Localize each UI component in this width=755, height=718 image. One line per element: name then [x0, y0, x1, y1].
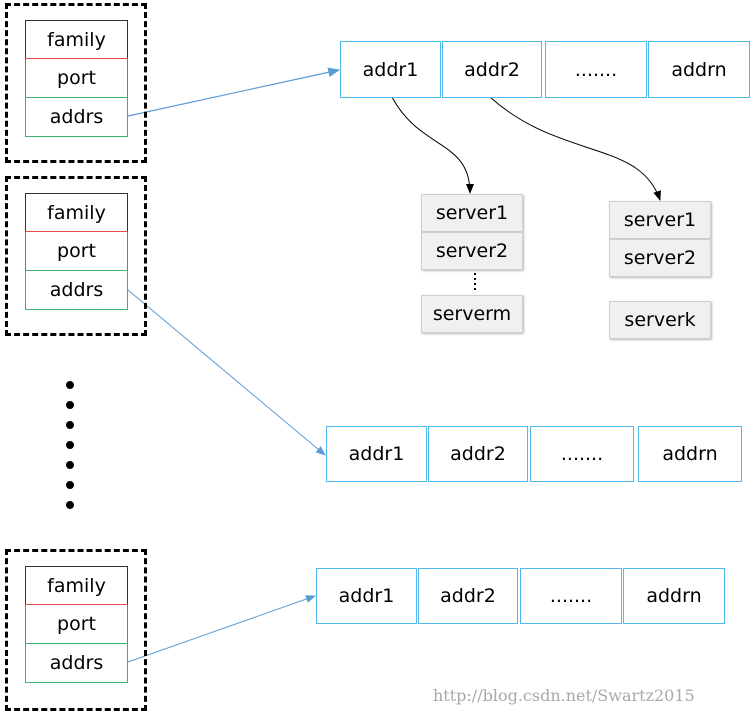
addr-cell: addrn [623, 568, 725, 624]
ellipsis-dot [66, 461, 74, 469]
addr-cell: addr1 [316, 568, 417, 624]
family-field: family [25, 566, 128, 605]
family-field: family [25, 20, 128, 59]
family-field: family [25, 193, 128, 232]
arrow-addr2-to-servers [489, 96, 661, 201]
addr-cell: addr2 [428, 426, 528, 482]
arrow-group2-to-array2 [127, 289, 326, 456]
addr-cell: addr1 [340, 41, 441, 98]
addr-cell: addrn [638, 426, 742, 482]
addr-cell: ....... [545, 41, 647, 98]
server-box: server1 [421, 194, 523, 232]
ellipsis-dot [66, 421, 74, 429]
addrs-field: addrs [25, 270, 128, 310]
addrs-field: addrs [25, 643, 128, 683]
ellipsis-dot [66, 441, 74, 449]
arrow-group1-to-array1 [127, 67, 341, 117]
ellipsis-dot [66, 501, 74, 509]
addr-cell: addr2 [442, 41, 542, 98]
watermark: http://blog.csdn.net/Swartz2015 [433, 686, 695, 705]
port-field: port [25, 231, 128, 271]
port-field: port [25, 58, 128, 98]
ellipsis-dot [66, 381, 74, 389]
server-box: server2 [421, 232, 523, 270]
addr-cell: addrn [648, 41, 750, 98]
addr-cell: addr2 [418, 568, 518, 624]
diagram-canvas: family port addrs family port addrs fami… [0, 0, 755, 718]
arrow-addr1-to-servers [391, 96, 474, 194]
server-box: server1 [609, 201, 711, 239]
port-field: port [25, 604, 128, 644]
ellipsis-dot [66, 481, 74, 489]
arrow-group3-to-array3 [127, 595, 316, 663]
server-box: serverm [421, 295, 523, 333]
addr-cell: addr1 [326, 426, 427, 482]
addr-cell: ....... [520, 568, 622, 624]
addr-cell: ....... [530, 426, 634, 482]
addrs-field: addrs [25, 97, 128, 137]
server-box: server2 [609, 239, 711, 277]
server-box: serverk [609, 301, 711, 339]
ellipsis-dot [66, 401, 74, 409]
